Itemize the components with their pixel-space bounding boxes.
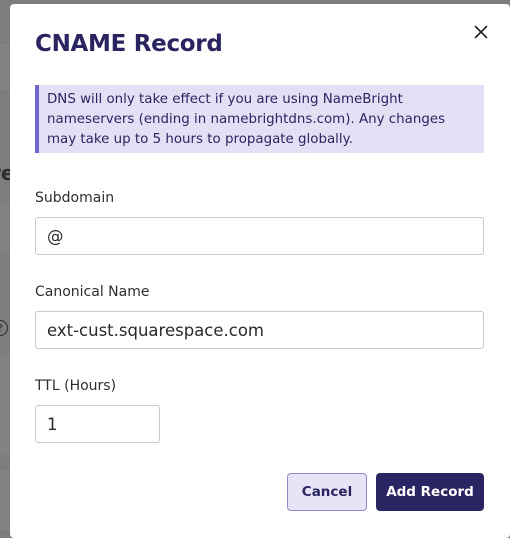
- ttl-input[interactable]: [35, 405, 160, 443]
- close-icon: [474, 25, 488, 39]
- dialog-title: CNAME Record: [35, 31, 223, 57]
- subdomain-label: Subdomain: [35, 190, 115, 206]
- cname-record-dialog: CNAME Record DNS will only take effect i…: [10, 4, 510, 538]
- cancel-button[interactable]: Cancel: [287, 473, 367, 511]
- close-button[interactable]: [470, 21, 492, 43]
- canonical-name-label: Canonical Name: [35, 284, 150, 300]
- add-record-button[interactable]: Add Record: [376, 473, 484, 511]
- ttl-label: TTL (Hours): [35, 378, 117, 394]
- canonical-name-input[interactable]: [35, 311, 484, 349]
- dns-notice: DNS will only take effect if you are usi…: [35, 85, 484, 153]
- subdomain-input[interactable]: [35, 217, 484, 255]
- background-help-icon: ?: [0, 320, 8, 336]
